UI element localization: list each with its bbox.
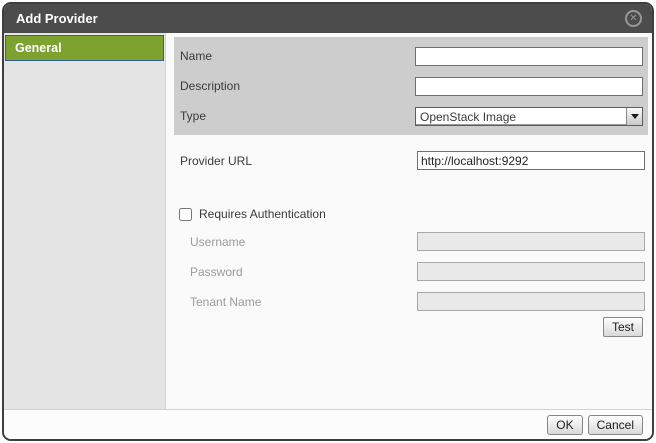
basic-info-section: Name Description Type OpenStack Image bbox=[174, 37, 648, 135]
type-select[interactable]: OpenStack Image bbox=[415, 107, 643, 126]
dialog-body: General Name Description Type OpenStack … bbox=[4, 33, 652, 409]
type-label: Type bbox=[180, 109, 415, 123]
requires-auth-label: Requires Authentication bbox=[199, 207, 326, 221]
description-label: Description bbox=[180, 79, 415, 93]
type-selected-value: OpenStack Image bbox=[416, 108, 626, 125]
description-input[interactable] bbox=[415, 77, 643, 96]
tenant-name-label: Tenant Name bbox=[190, 295, 417, 309]
name-input[interactable] bbox=[415, 47, 643, 66]
dialog-footer: OK Cancel bbox=[4, 409, 652, 439]
name-label: Name bbox=[180, 49, 415, 63]
tenant-name-input bbox=[417, 292, 645, 311]
requires-auth-row: Requires Authentication bbox=[179, 207, 652, 221]
test-row: Test bbox=[166, 317, 643, 337]
cancel-button[interactable]: Cancel bbox=[588, 415, 643, 435]
tenant-name-row: Tenant Name bbox=[190, 292, 645, 311]
provider-url-label: Provider URL bbox=[180, 154, 417, 168]
add-provider-dialog: Add Provider ✕ General Name Description … bbox=[2, 2, 654, 441]
dropdown-arrow-button[interactable] bbox=[626, 108, 642, 125]
requires-auth-checkbox[interactable] bbox=[179, 208, 192, 221]
sidebar: General bbox=[4, 33, 166, 409]
username-label: Username bbox=[190, 235, 417, 249]
test-button[interactable]: Test bbox=[603, 317, 643, 337]
sidebar-item-general[interactable]: General bbox=[5, 35, 164, 61]
username-input bbox=[417, 232, 645, 251]
chevron-down-icon bbox=[631, 114, 639, 119]
dialog-title: Add Provider bbox=[16, 11, 98, 26]
password-row: Password bbox=[190, 262, 645, 281]
description-row: Description bbox=[180, 71, 643, 101]
password-input bbox=[417, 262, 645, 281]
name-row: Name bbox=[180, 41, 643, 71]
password-label: Password bbox=[190, 265, 417, 279]
ok-button[interactable]: OK bbox=[547, 415, 582, 435]
type-row: Type OpenStack Image bbox=[180, 101, 643, 131]
close-icon[interactable]: ✕ bbox=[625, 10, 642, 27]
provider-url-row: Provider URL bbox=[180, 151, 645, 170]
provider-url-input[interactable] bbox=[417, 151, 645, 170]
form-content: Name Description Type OpenStack Image Pr… bbox=[166, 33, 652, 409]
username-row: Username bbox=[190, 232, 645, 251]
dialog-titlebar: Add Provider ✕ bbox=[4, 4, 652, 33]
